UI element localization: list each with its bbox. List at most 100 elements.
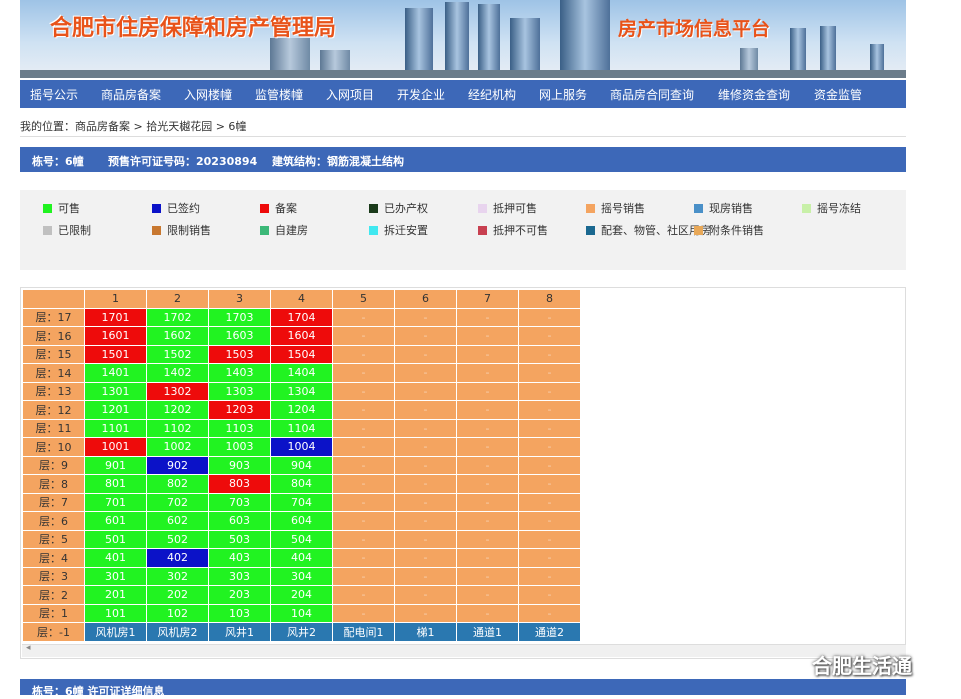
nav-item[interactable]: 入网楼幢 xyxy=(184,86,232,103)
unit-cell[interactable]: 604 xyxy=(270,511,333,531)
legend-label: 已签约 xyxy=(167,202,200,215)
nav-item[interactable]: 经纪机构 xyxy=(468,86,516,103)
unit-cell[interactable]: 701 xyxy=(84,492,147,512)
unit-cell[interactable]: 103 xyxy=(208,603,271,623)
unit-cell[interactable]: 1601 xyxy=(84,326,147,346)
unit-cell[interactable]: 601 xyxy=(84,511,147,531)
unit-cell[interactable]: 801 xyxy=(84,474,147,494)
nav-item[interactable]: 网上服务 xyxy=(539,86,587,103)
nav-item[interactable]: 摇号公示 xyxy=(30,86,78,103)
unit-cell[interactable]: 1302 xyxy=(146,381,209,401)
unit-cell[interactable]: 503 xyxy=(208,529,271,549)
unit-cell[interactable]: 1203 xyxy=(208,400,271,420)
unit-cell[interactable]: 1301 xyxy=(84,381,147,401)
unit-cell[interactable]: 501 xyxy=(84,529,147,549)
floor-row: 层：9 901 902 903 904- - - - xyxy=(22,455,581,475)
nav-item[interactable]: 商品房备案 xyxy=(101,86,161,103)
breadcrumb[interactable]: 我的位置：商品房备案 > 拾光天樾花园 > 6幢 xyxy=(20,118,246,134)
unit-cell[interactable]: 903 xyxy=(208,455,271,475)
facility-cell[interactable]: 配电间1 xyxy=(332,622,395,642)
unit-cell[interactable]: 201 xyxy=(84,585,147,605)
unit-cell[interactable]: 1101 xyxy=(84,418,147,438)
unit-cell[interactable]: 1102 xyxy=(146,418,209,438)
unit-cell[interactable]: 1201 xyxy=(84,400,147,420)
site-title[interactable]: 合肥市住房保障和房产管理局 xyxy=(50,10,336,42)
nav-item[interactable]: 开发企业 xyxy=(397,86,445,103)
unit-cell[interactable]: 303 xyxy=(208,566,271,586)
unit-cell[interactable]: 1002 xyxy=(146,437,209,457)
unit-cell[interactable]: 802 xyxy=(146,474,209,494)
unit-cell[interactable]: 1501 xyxy=(84,344,147,364)
unit-cell[interactable]: 1502 xyxy=(146,344,209,364)
unit-cell[interactable]: 703 xyxy=(208,492,271,512)
legend-swatch xyxy=(260,204,269,213)
unit-cell[interactable]: 203 xyxy=(208,585,271,605)
unit-cell[interactable]: 1204 xyxy=(270,400,333,420)
unit-cell[interactable]: 403 xyxy=(208,548,271,568)
unit-cell[interactable]: 401 xyxy=(84,548,147,568)
unit-cell[interactable]: 1704 xyxy=(270,307,333,327)
empty-cell: - xyxy=(394,307,457,327)
nav-item[interactable]: 入网项目 xyxy=(326,86,374,103)
nav-item[interactable]: 资金监管 xyxy=(814,86,862,103)
unit-cell[interactable]: 1701 xyxy=(84,307,147,327)
unit-cell[interactable]: 202 xyxy=(146,585,209,605)
unit-cell[interactable]: 101 xyxy=(84,603,147,623)
facility-cell[interactable]: 梯1 xyxy=(394,622,457,642)
facility-cell[interactable]: 风井2 xyxy=(270,622,333,642)
facility-cell[interactable]: 风井1 xyxy=(208,622,271,642)
column-header: 7 xyxy=(456,289,519,309)
horizontal-scrollbar[interactable]: ◂ xyxy=(22,643,906,657)
unit-grid: 1 2 3 4 5 6 7 8 层：17 1701 1702 1703 1704- - - - 层：16 1601… xyxy=(22,289,581,642)
scroll-left-arrow-icon[interactable]: ◂ xyxy=(26,643,31,653)
unit-cell[interactable]: 1404 xyxy=(270,363,333,383)
unit-cell[interactable]: 902 xyxy=(146,455,209,475)
unit-cell[interactable]: 1702 xyxy=(146,307,209,327)
unit-cell[interactable]: 1003 xyxy=(208,437,271,457)
unit-cell[interactable]: 301 xyxy=(84,566,147,586)
unit-cell[interactable]: 803 xyxy=(208,474,271,494)
nav-item[interactable]: 商品房合同查询 xyxy=(610,86,694,103)
unit-cell[interactable]: 1602 xyxy=(146,326,209,346)
unit-cell[interactable]: 1503 xyxy=(208,344,271,364)
unit-cell[interactable]: 102 xyxy=(146,603,209,623)
grid-header-row: 12345678 xyxy=(22,289,581,309)
unit-cell[interactable]: 702 xyxy=(146,492,209,512)
unit-cell[interactable]: 1004 xyxy=(270,437,333,457)
unit-cell[interactable]: 1504 xyxy=(270,344,333,364)
unit-cell[interactable]: 204 xyxy=(270,585,333,605)
unit-cell[interactable]: 804 xyxy=(270,474,333,494)
unit-cell[interactable]: 1402 xyxy=(146,363,209,383)
facility-cell[interactable]: 风机房2 xyxy=(146,622,209,642)
unit-cell[interactable]: 1603 xyxy=(208,326,271,346)
unit-cell[interactable]: 1202 xyxy=(146,400,209,420)
unit-cell[interactable]: 302 xyxy=(146,566,209,586)
nav-item[interactable]: 监管楼幢 xyxy=(255,86,303,103)
unit-cell[interactable]: 1604 xyxy=(270,326,333,346)
banner-tower xyxy=(478,4,500,78)
unit-cell[interactable]: 602 xyxy=(146,511,209,531)
nav-item[interactable]: 维修资金查询 xyxy=(718,86,790,103)
unit-cell[interactable]: 1303 xyxy=(208,381,271,401)
unit-cell[interactable]: 704 xyxy=(270,492,333,512)
facility-cell[interactable]: 通道2 xyxy=(518,622,581,642)
unit-cell[interactable]: 904 xyxy=(270,455,333,475)
unit-cell[interactable]: 1304 xyxy=(270,381,333,401)
unit-cell[interactable]: 901 xyxy=(84,455,147,475)
unit-cell[interactable]: 1403 xyxy=(208,363,271,383)
unit-cell[interactable]: 1103 xyxy=(208,418,271,438)
unit-cell[interactable]: 502 xyxy=(146,529,209,549)
unit-cell[interactable]: 1401 xyxy=(84,363,147,383)
unit-cell[interactable]: 504 xyxy=(270,529,333,549)
unit-cell[interactable]: 404 xyxy=(270,548,333,568)
empty-cell: - xyxy=(394,418,457,438)
unit-cell[interactable]: 1703 xyxy=(208,307,271,327)
unit-cell[interactable]: 402 xyxy=(146,548,209,568)
unit-cell[interactable]: 104 xyxy=(270,603,333,623)
facility-cell[interactable]: 通道1 xyxy=(456,622,519,642)
facility-cell[interactable]: 风机房1 xyxy=(84,622,147,642)
unit-cell[interactable]: 603 xyxy=(208,511,271,531)
unit-cell[interactable]: 1001 xyxy=(84,437,147,457)
unit-cell[interactable]: 1104 xyxy=(270,418,333,438)
unit-cell[interactable]: 304 xyxy=(270,566,333,586)
